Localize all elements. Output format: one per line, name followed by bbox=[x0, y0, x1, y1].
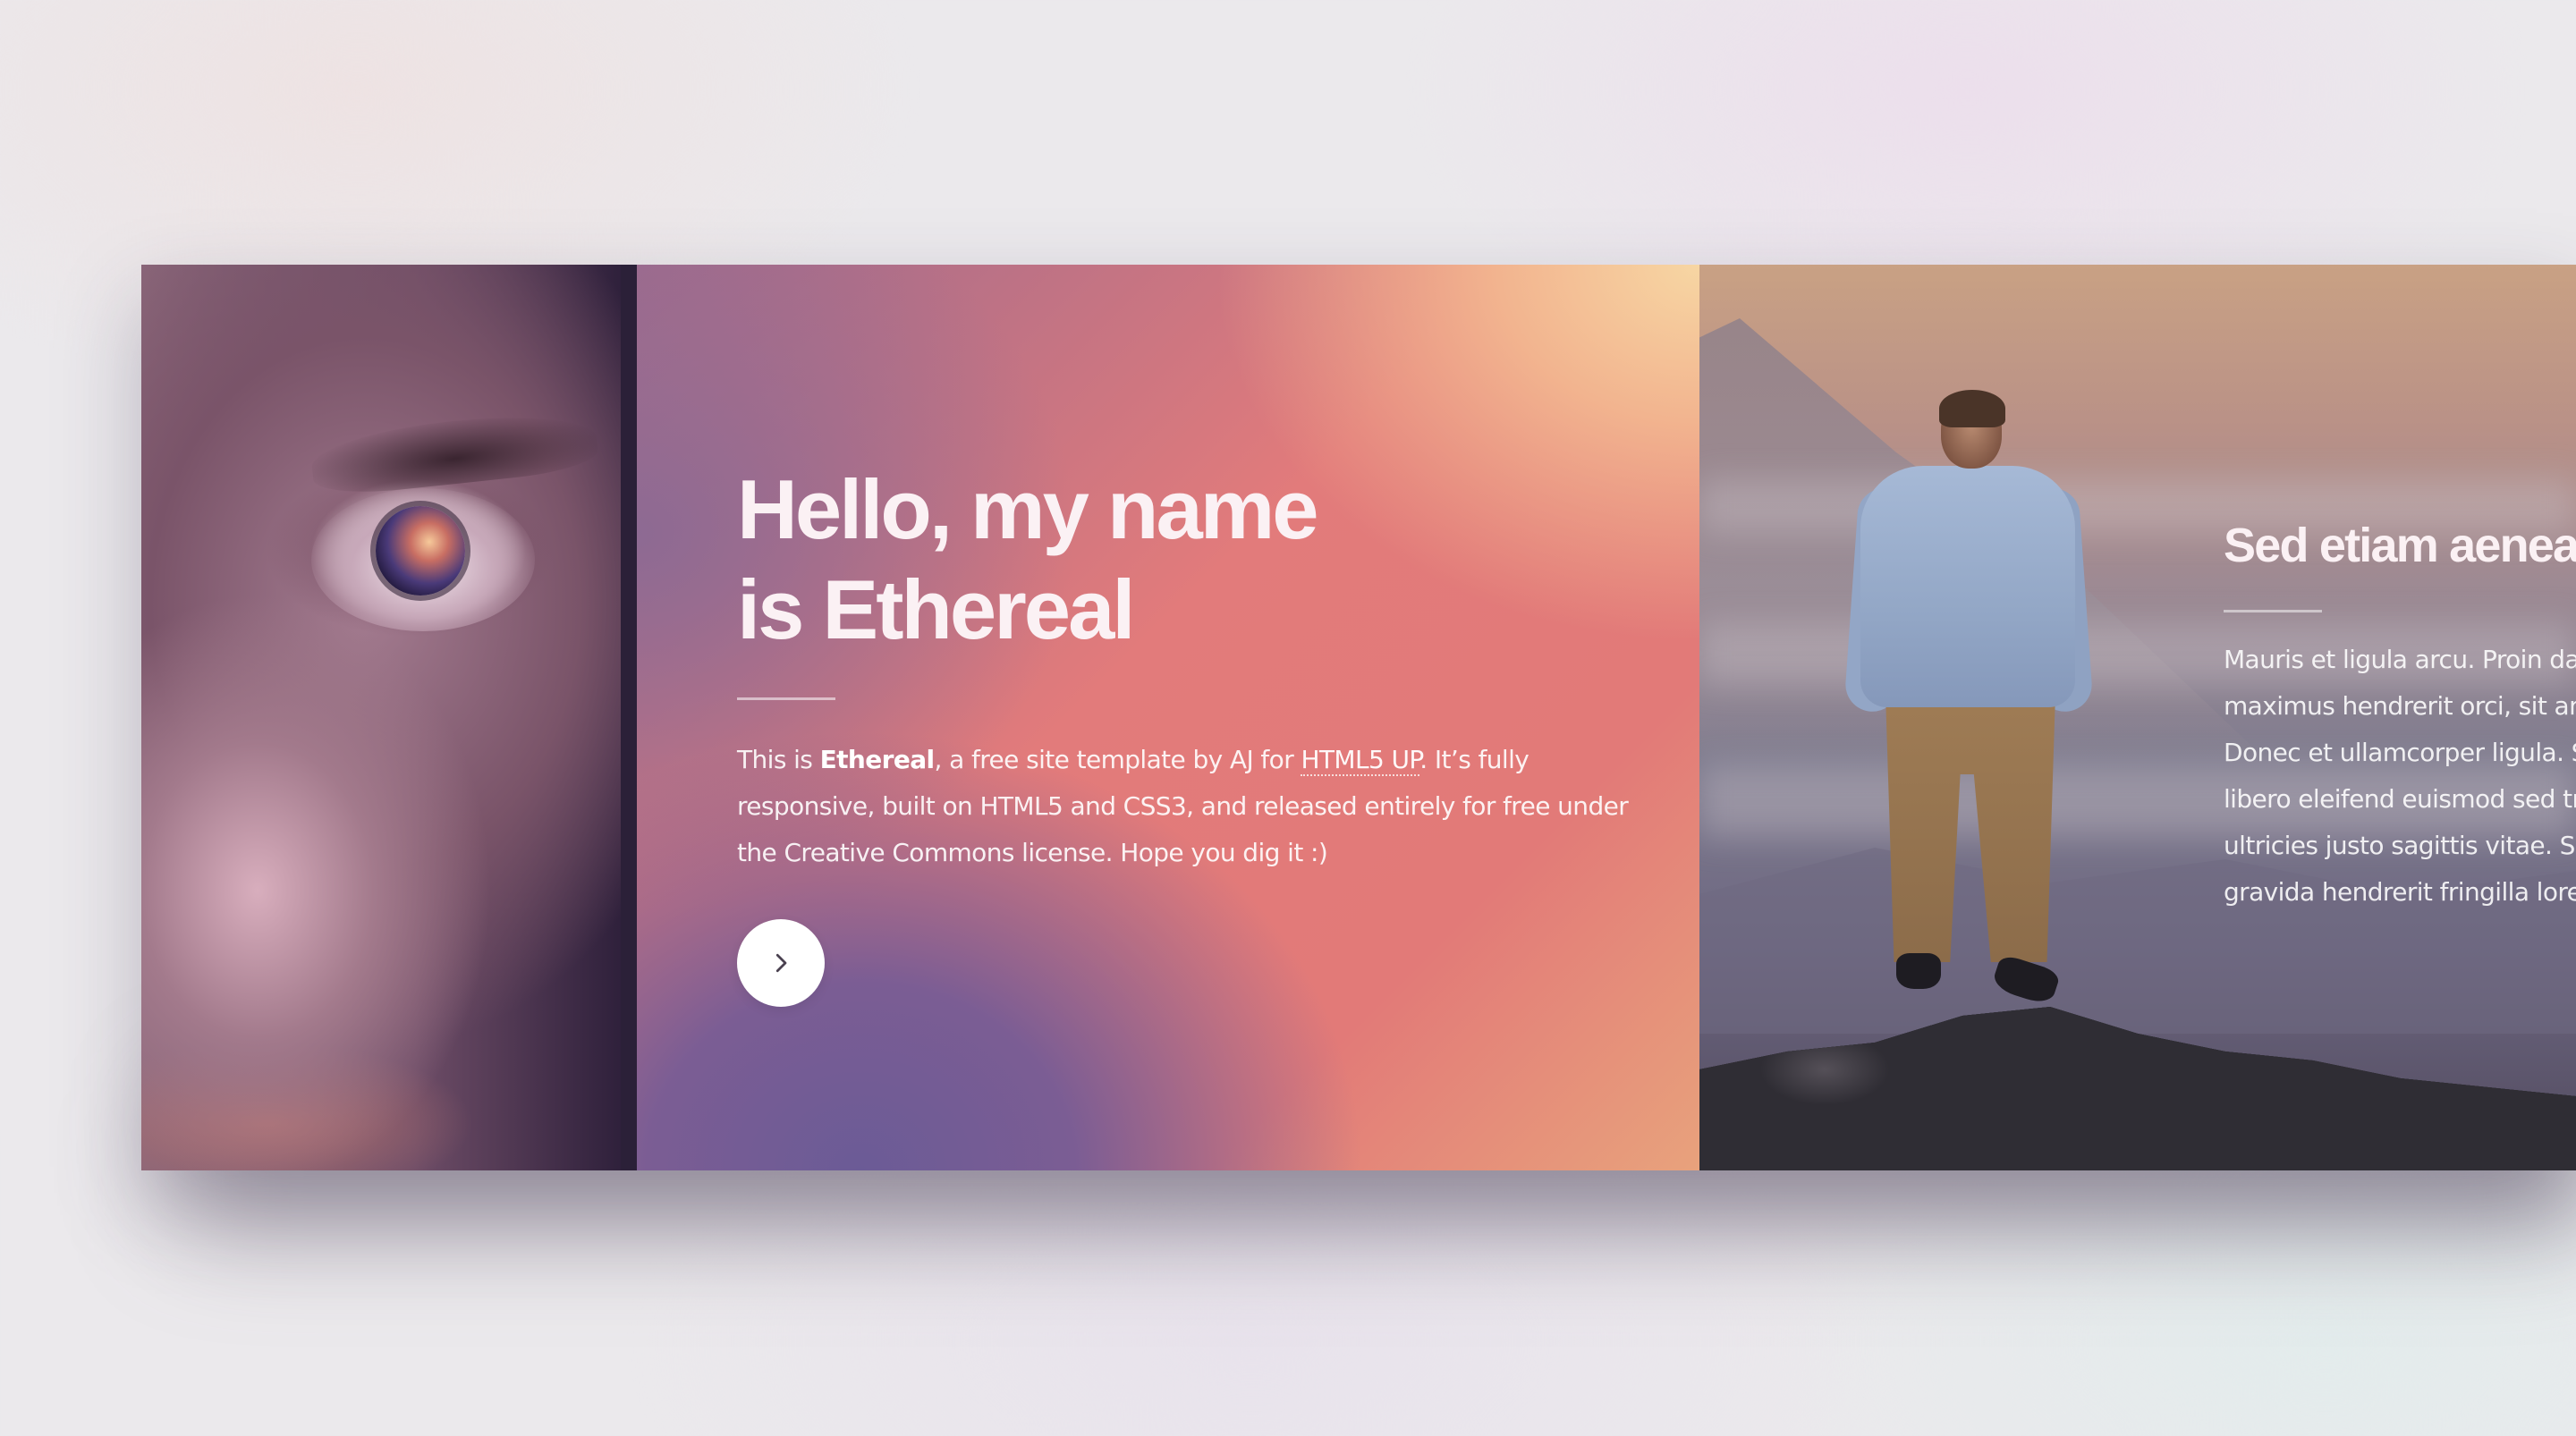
second-panel: Sed etiam aenea Mauris et ligula arcu. P… bbox=[1699, 265, 2576, 1170]
portrait-brow bbox=[309, 406, 600, 499]
man-torso bbox=[1860, 466, 2075, 707]
portrait-iris bbox=[376, 506, 465, 596]
panel-two-line: libero eleifend euismod sed tris bbox=[2224, 784, 2576, 814]
panel-two-divider bbox=[2224, 610, 2322, 612]
intro-text-part2: , a free site template by AJ for bbox=[934, 745, 1301, 774]
panel-two-line: Mauris et ligula arcu. Proin dap bbox=[2224, 645, 2576, 674]
panel-two-line: ultricies justo sagittis vitae. Sec bbox=[2224, 831, 2576, 860]
horizontal-scroll-wrapper[interactable]: Hello, my name is Ethereal This is Ether… bbox=[141, 265, 2576, 1170]
intro-title-line1: Hello, my name bbox=[737, 462, 1319, 556]
portrait-image bbox=[141, 265, 637, 1170]
html5up-link[interactable]: HTML5 UP bbox=[1301, 745, 1420, 776]
portrait-edge bbox=[621, 265, 637, 1170]
intro-description: This is Ethereal, a free site template b… bbox=[737, 737, 1631, 876]
chevron-right-icon bbox=[775, 953, 787, 973]
panel-two-text: Mauris et ligula arcu. Proin dap maximus… bbox=[2224, 637, 2576, 916]
panel-two-line: gravida hendrerit fringilla lorem bbox=[2224, 877, 2576, 907]
intro-text-bold: Ethereal bbox=[819, 745, 936, 774]
panel-two-line: Donec et ullamcorper ligula. Su bbox=[2224, 738, 2576, 767]
intro-divider bbox=[737, 697, 835, 700]
panel-two-line: maximus hendrerit orci, sit ame bbox=[2224, 691, 2576, 721]
man-hair bbox=[1939, 390, 2005, 427]
next-button[interactable] bbox=[737, 919, 825, 1007]
intro-text-part1: This is bbox=[737, 745, 820, 774]
panel-two-title: Sed etiam aenea bbox=[2224, 519, 2576, 572]
man-shoe bbox=[1896, 953, 1941, 989]
intro-panel: Hello, my name is Ethereal This is Ether… bbox=[637, 265, 1699, 1170]
intro-title: Hello, my name is Ethereal bbox=[737, 460, 1417, 660]
intro-title-line2: is Ethereal bbox=[737, 562, 1135, 656]
